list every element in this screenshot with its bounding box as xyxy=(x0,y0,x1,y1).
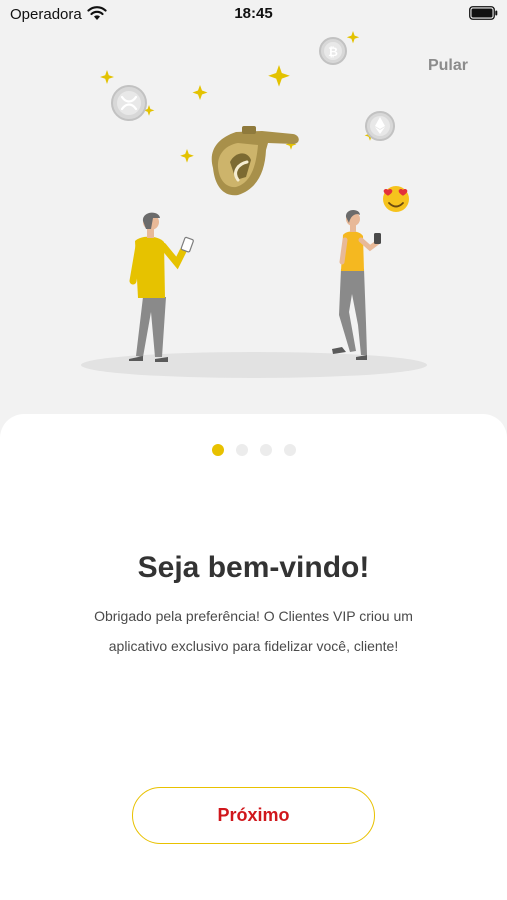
description-line-1: Obrigado pela preferência! O Clientes VI… xyxy=(94,608,413,624)
fuel-nozzle-icon xyxy=(211,126,299,196)
man-with-phone xyxy=(129,212,194,362)
woman-with-phone xyxy=(332,209,381,360)
description-line-2: aplicativo exclusivo para fidelizar você… xyxy=(108,638,399,654)
next-button[interactable]: Próximo xyxy=(132,787,375,844)
status-bar: Operadora 18:45 xyxy=(0,0,507,28)
ripple-coin-icon xyxy=(111,85,147,121)
svg-text:₿: ₿ xyxy=(328,45,338,59)
status-time: 18:45 xyxy=(234,5,273,22)
heart-eyes-emoji-icon xyxy=(383,186,409,212)
welcome-illustration: ₿ xyxy=(81,31,427,378)
next-button-label: Próximo xyxy=(217,805,290,825)
page-indicator xyxy=(0,444,507,456)
page-dot-2[interactable] xyxy=(235,444,248,456)
page-dot-3[interactable] xyxy=(259,444,272,456)
onboarding-sheet: Seja bem-vindo! Obrigado pela preferênci… xyxy=(0,414,507,900)
page-dot-1[interactable] xyxy=(211,444,224,456)
bitcoin-coin-icon: ₿ xyxy=(319,37,347,65)
welcome-title: Seja bem-vindo! xyxy=(137,551,370,584)
battery-icon xyxy=(469,6,498,20)
onboarding-screen: Operadora 18:45 Pular ₿ Seja bem-vindo! … xyxy=(0,0,507,900)
ethereum-coin-icon xyxy=(365,111,395,141)
page-dot-4[interactable] xyxy=(283,444,296,456)
ground-shadow xyxy=(81,352,427,378)
welcome-description: Obrigado pela preferência! O Clientes VI… xyxy=(60,601,447,661)
